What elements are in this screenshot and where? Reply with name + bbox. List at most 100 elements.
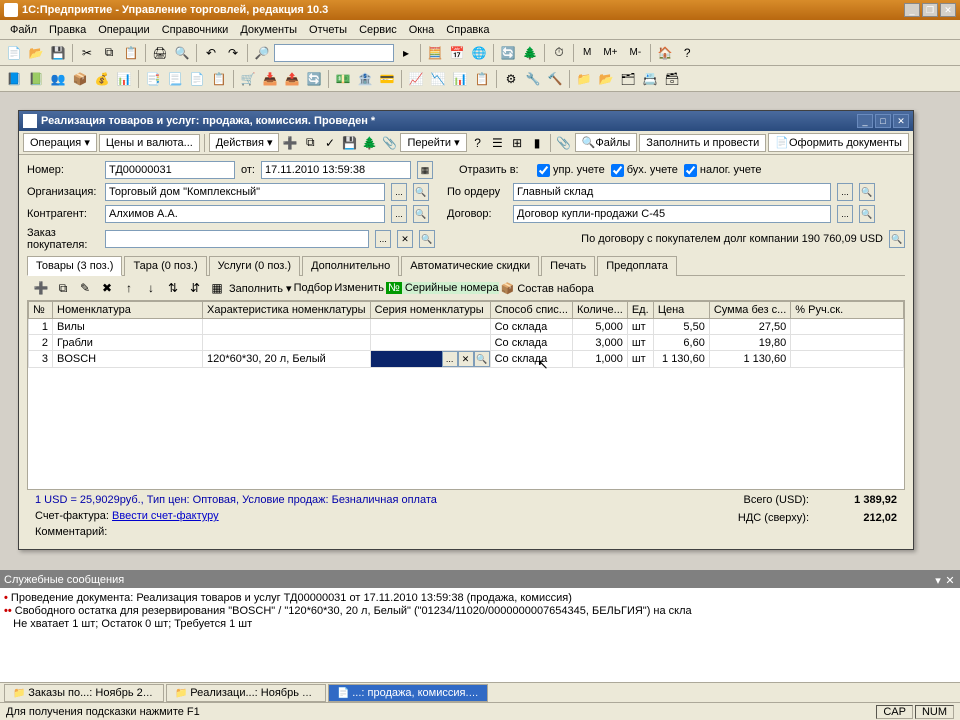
tb2-4[interactable]: 📦	[70, 69, 90, 89]
tb2-21[interactable]: 📋	[472, 69, 492, 89]
task-item[interactable]: 📄 ...: продажа, комиссия. Про...	[328, 684, 488, 702]
col-num[interactable]: №	[29, 302, 53, 319]
tb2-24[interactable]: 🔨	[545, 69, 565, 89]
task-item[interactable]: 📁 Заказы по...: Ноябрь 2010 г.	[4, 684, 164, 702]
row-edit-icon[interactable]: ✎	[75, 278, 95, 298]
doc-close-button[interactable]: ✕	[893, 114, 909, 128]
task-item[interactable]: 📁 Реализаци...: Ноябрь 2010 г.	[166, 684, 326, 702]
find-icon[interactable]: 🔎	[252, 43, 272, 63]
row-copy-icon[interactable]: ⧉	[53, 278, 73, 298]
change-button[interactable]: Изменить	[334, 282, 384, 294]
actions-button[interactable]: Действия ▾	[209, 133, 280, 152]
row-add-icon[interactable]: ➕	[31, 278, 51, 298]
row-sort-icon[interactable]: ⇅	[163, 278, 183, 298]
help-icon[interactable]: ?	[677, 43, 697, 63]
menu-help[interactable]: Справка	[440, 22, 495, 38]
org-select-button[interactable]: ...	[391, 183, 407, 201]
fill-table-button[interactable]: Заполнить ▾	[229, 282, 292, 295]
save-icon[interactable]: 💾	[48, 43, 68, 63]
m-minus-button[interactable]: M-	[625, 43, 647, 63]
tab-additional[interactable]: Дополнительно	[302, 256, 399, 276]
tb2-3[interactable]: 👥	[48, 69, 68, 89]
order-input[interactable]	[105, 230, 369, 248]
menu-catalogs[interactable]: Справочники	[156, 22, 235, 38]
refresh-icon[interactable]: 🔄	[498, 43, 518, 63]
doc-struct-icon[interactable]: 🌲	[361, 133, 379, 153]
row-sort2-icon[interactable]: ⇵	[185, 278, 205, 298]
col-series[interactable]: Серия номенклатуры	[370, 302, 490, 319]
tab-goods[interactable]: Товары (3 поз.)	[27, 256, 122, 276]
col-price[interactable]: Цена	[653, 302, 709, 319]
order-search-button[interactable]: 🔍	[419, 230, 435, 248]
tb2-18[interactable]: 📈	[406, 69, 426, 89]
tb2-17[interactable]: 💳	[377, 69, 397, 89]
serials-button[interactable]: № Серийные номера	[386, 282, 499, 294]
date-input[interactable]	[261, 161, 411, 179]
m-plus-button[interactable]: M+	[598, 43, 622, 63]
tab-discounts[interactable]: Автоматические скидки	[401, 256, 539, 276]
tb2-7[interactable]: 📑	[143, 69, 163, 89]
minimize-button[interactable]: _	[904, 3, 920, 17]
copy-icon[interactable]: ⧉	[99, 43, 119, 63]
goods-grid[interactable]: № Номенклатура Характеристика номенклату…	[27, 300, 905, 490]
tb2-28[interactable]: 📇	[640, 69, 660, 89]
tb2-23[interactable]: 🔧	[523, 69, 543, 89]
tb2-20[interactable]: 📊	[450, 69, 470, 89]
col-sum[interactable]: Сумма без с...	[709, 302, 790, 319]
menu-edit[interactable]: Правка	[43, 22, 92, 38]
time-icon[interactable]: ⏱	[549, 43, 569, 63]
menu-file[interactable]: Файл	[4, 22, 43, 38]
globe-icon[interactable]: 🌐	[469, 43, 489, 63]
table-row[interactable]: 1ВилыСо склада5,000шт5,5027,50	[29, 319, 904, 335]
series-search-button[interactable]: 🔍	[474, 351, 490, 367]
home-icon[interactable]: 🏠	[655, 43, 675, 63]
order-clear-button[interactable]: ✕	[397, 230, 413, 248]
tab-services[interactable]: Услуги (0 поз.)	[209, 256, 300, 276]
counterparty-input[interactable]	[105, 205, 385, 223]
debt-search-button[interactable]: 🔍	[889, 230, 905, 248]
tb2-16[interactable]: 🏦	[355, 69, 375, 89]
table-row[interactable]: 2ГраблиСо склада3,000шт6,6019,80	[29, 335, 904, 351]
cp-select-button[interactable]: ...	[391, 205, 407, 223]
fill-post-button[interactable]: Заполнить и провести	[639, 134, 766, 152]
doc-list-icon[interactable]: ☰	[488, 133, 506, 153]
tree-icon[interactable]: 🌲	[520, 43, 540, 63]
tb2-29[interactable]: 🗃	[662, 69, 682, 89]
tb2-25[interactable]: 📁	[574, 69, 594, 89]
goto-button[interactable]: Перейти ▾	[400, 133, 466, 152]
format-docs-button[interactable]: 📄Оформить документы	[768, 133, 909, 152]
org-input[interactable]	[105, 183, 385, 201]
tb2-15[interactable]: 💵	[333, 69, 353, 89]
chk-acc[interactable]: бух. учете	[611, 164, 678, 177]
messages-close-button[interactable]: ✕	[944, 574, 956, 586]
tb2-19[interactable]: 📉	[428, 69, 448, 89]
wh-search-button[interactable]: 🔍	[859, 183, 875, 201]
preview-icon[interactable]: 🔍	[172, 43, 192, 63]
doc-minimize-button[interactable]: _	[857, 114, 873, 128]
menu-service[interactable]: Сервис	[353, 22, 403, 38]
tb2-13[interactable]: 📤	[282, 69, 302, 89]
doc-add-icon[interactable]: ➕	[281, 133, 299, 153]
search-input[interactable]	[274, 44, 394, 62]
restore-button[interactable]: ❐	[922, 3, 938, 17]
tb2-14[interactable]: 🔄	[304, 69, 324, 89]
wh-select-button[interactable]: ...	[837, 183, 853, 201]
tb2-26[interactable]: 📂	[596, 69, 616, 89]
doc-save-icon[interactable]: 💾	[341, 133, 359, 153]
tb2-27[interactable]: 🗂	[618, 69, 638, 89]
undo-icon[interactable]: ↶	[201, 43, 221, 63]
doc-help-icon[interactable]: ?	[469, 133, 487, 153]
org-search-button[interactable]: 🔍	[413, 183, 429, 201]
tb2-2[interactable]: 📗	[26, 69, 46, 89]
messages-body[interactable]: • Проведение документа: Реализация товар…	[0, 588, 960, 668]
series-select-button[interactable]: ...	[442, 351, 458, 367]
tb2-1[interactable]: 📘	[4, 69, 24, 89]
messages-pin-button[interactable]: ▾	[932, 574, 944, 586]
chk-tax[interactable]: налог. учете	[684, 164, 762, 177]
tb2-11[interactable]: 🛒	[238, 69, 258, 89]
contract-search-button[interactable]: 🔍	[859, 205, 875, 223]
operation-button[interactable]: Операция ▾	[23, 133, 97, 152]
chk-mgr[interactable]: упр. учете	[537, 164, 605, 177]
files-button[interactable]: 🔍Файлы	[575, 133, 638, 152]
menu-reports[interactable]: Отчеты	[303, 22, 353, 38]
